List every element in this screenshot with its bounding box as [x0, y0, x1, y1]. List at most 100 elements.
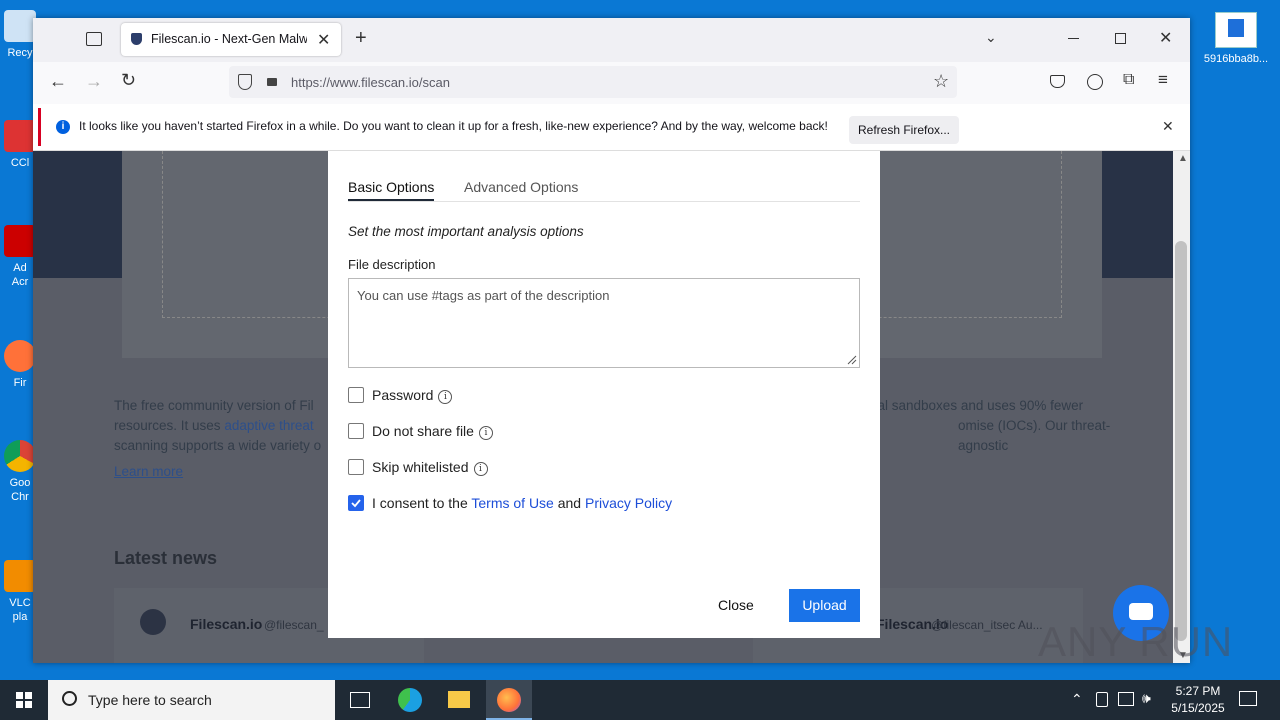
- do-not-share-label: Do not share file: [372, 423, 474, 439]
- clock-date: 5/15/2025: [1171, 701, 1225, 715]
- adaptive-threat-link[interactable]: adaptive threat: [224, 418, 313, 433]
- clock-time: 5:27 PM: [1175, 684, 1221, 698]
- anyrun-watermark: ANY RUN: [1038, 618, 1234, 665]
- file-description-textarea[interactable]: You can use #tags as part of the descrip…: [348, 278, 860, 368]
- url-bar[interactable]: https://www.filescan.io/scan ☆: [229, 66, 957, 98]
- new-tab-icon[interactable]: +: [355, 27, 367, 50]
- info-icon[interactable]: i: [478, 426, 493, 440]
- tab-title: Filescan.io - Next-Gen Malware: [151, 32, 307, 46]
- start-button[interactable]: [0, 680, 48, 720]
- taskbar-search-box[interactable]: Type here to search: [48, 680, 335, 720]
- minimize-icon[interactable]: [1068, 38, 1079, 39]
- resize-grip-icon[interactable]: [845, 353, 857, 365]
- options-tabs: Basic Options Advanced Options: [348, 175, 860, 202]
- chrome-icon: [4, 440, 36, 472]
- tab-bar: Filescan.io - Next-Gen Malware ✕ + ⌄ ✕: [33, 18, 1190, 62]
- firefox-icon: [4, 340, 36, 372]
- file-description-placeholder: You can use #tags as part of the descrip…: [357, 288, 610, 303]
- search-icon: [62, 691, 77, 706]
- notification-text: It looks like you haven’t started Firefo…: [79, 119, 828, 133]
- list-tabs-icon[interactable]: ⌄: [985, 29, 997, 46]
- skip-whitelisted-checkbox[interactable]: [348, 459, 364, 475]
- menu-icon[interactable]: ≡: [1158, 70, 1168, 90]
- firefox-taskbar-button[interactable]: [486, 680, 532, 720]
- info-icon[interactable]: i: [438, 390, 453, 404]
- desktop-icon-file[interactable]: 5916bba8b...: [1200, 12, 1272, 66]
- edge-icon[interactable]: [398, 688, 422, 712]
- firefox-icon: [497, 688, 521, 712]
- modal-subtitle: Set the most important analysis options: [348, 224, 584, 239]
- url-text[interactable]: https://www.filescan.io/scan: [291, 75, 450, 90]
- file-explorer-icon[interactable]: [448, 691, 470, 708]
- forward-icon[interactable]: →: [85, 71, 103, 92]
- news-handle: @filescan_itsec Au...: [931, 618, 1043, 632]
- tab-advanced-options[interactable]: Advanced Options: [464, 179, 578, 195]
- browser-window: Filescan.io - Next-Gen Malware ✕ + ⌄ ✕ ←…: [33, 18, 1190, 663]
- filescan-favicon: [131, 33, 142, 45]
- intro-line-1-right: nal sandboxes and uses 90% fewer: [870, 398, 1084, 413]
- info-icon: i: [56, 120, 70, 134]
- file-icon: [1215, 12, 1257, 48]
- do-not-share-checkbox[interactable]: [348, 423, 364, 439]
- close-window-icon[interactable]: ✕: [1159, 28, 1172, 48]
- shield-icon[interactable]: [238, 74, 252, 90]
- network-icon[interactable]: [1118, 692, 1134, 706]
- analysis-options-modal: Basic Options Advanced Options Set the m…: [328, 151, 880, 638]
- page-content: The free community version of Fil nal san…: [33, 151, 1173, 663]
- scrollbar-thumb[interactable]: [1175, 241, 1187, 641]
- ccleaner-icon: [4, 120, 36, 152]
- navigation-bar: ← → ↻ https://www.filescan.io/scan ☆ ⧉ ≡: [33, 62, 1190, 105]
- owl-logo-icon: [140, 609, 166, 635]
- consent-and: and: [557, 495, 582, 511]
- task-view-icon[interactable]: [350, 692, 370, 708]
- acrobat-icon: [4, 225, 36, 257]
- intro-line-2-right: omise (IOCs). Our threat-agnostic: [958, 418, 1111, 453]
- password-checkbox[interactable]: [348, 387, 364, 403]
- back-icon[interactable]: ←: [49, 71, 67, 92]
- extensions-icon[interactable]: ⧉: [1123, 71, 1134, 89]
- skip-whitelisted-label: Skip whitelisted: [372, 459, 469, 475]
- taskbar: Type here to search ⌃ 🕪 5:27 PM 5/15/202…: [0, 680, 1280, 720]
- reload-icon[interactable]: ↻: [121, 70, 136, 91]
- notification-message: i It looks like you haven’t started Fire…: [38, 108, 1185, 146]
- tab-close-icon[interactable]: ✕: [317, 30, 330, 50]
- windows-icon: [16, 692, 32, 708]
- account-icon[interactable]: [1087, 74, 1103, 90]
- news-handle: @filescan_: [264, 618, 324, 632]
- upload-button[interactable]: Upload: [789, 589, 860, 622]
- file-description-label: File description: [348, 257, 436, 272]
- learn-more-link[interactable]: Learn more: [114, 464, 183, 479]
- terms-of-use-link[interactable]: Terms of Use: [471, 495, 553, 511]
- notification-bar: i It looks like you haven’t started Fire…: [33, 104, 1190, 151]
- vlc-icon: [4, 560, 36, 592]
- news-author: Filescan.io: [190, 616, 263, 632]
- notifications-icon[interactable]: [1239, 691, 1257, 706]
- tab-basic-options[interactable]: Basic Options: [348, 179, 435, 201]
- search-placeholder: Type here to search: [88, 692, 212, 708]
- page-scrollbar[interactable]: ▲ ▼: [1173, 151, 1190, 663]
- latest-news-heading: Latest news: [114, 548, 218, 568]
- tab-filescan[interactable]: Filescan.io - Next-Gen Malware ✕: [121, 23, 341, 56]
- device-icon[interactable]: [1096, 692, 1108, 707]
- volume-icon[interactable]: 🕪: [1142, 690, 1151, 707]
- refresh-firefox-button[interactable]: Refresh Firefox...: [849, 116, 959, 144]
- pocket-icon[interactable]: [1050, 75, 1065, 88]
- intro-line-2-left: resources. It uses: [114, 418, 221, 433]
- consent-checkbox[interactable]: [348, 495, 364, 511]
- password-label: Password: [372, 387, 434, 403]
- consent-prefix: I consent to the: [372, 495, 468, 511]
- lock-icon[interactable]: [267, 78, 277, 86]
- intro-line-1-left: The free community version of Fil: [114, 398, 314, 413]
- desktop-icon-label: 5916bba8b...: [1203, 53, 1269, 65]
- maximize-icon[interactable]: [1115, 33, 1126, 44]
- info-icon[interactable]: i: [473, 462, 488, 476]
- recycle-bin-icon: [4, 10, 36, 42]
- privacy-policy-link[interactable]: Privacy Policy: [585, 495, 672, 511]
- firefox-view-icon[interactable]: [86, 32, 102, 46]
- bookmark-star-icon[interactable]: ☆: [933, 71, 949, 92]
- url-path: /scan: [418, 75, 450, 90]
- notification-close-icon[interactable]: ✕: [1162, 118, 1174, 135]
- tray-chevron-icon[interactable]: ⌃: [1071, 691, 1083, 708]
- clock[interactable]: 5:27 PM 5/15/2025: [1163, 684, 1233, 715]
- close-button[interactable]: Close: [718, 597, 754, 613]
